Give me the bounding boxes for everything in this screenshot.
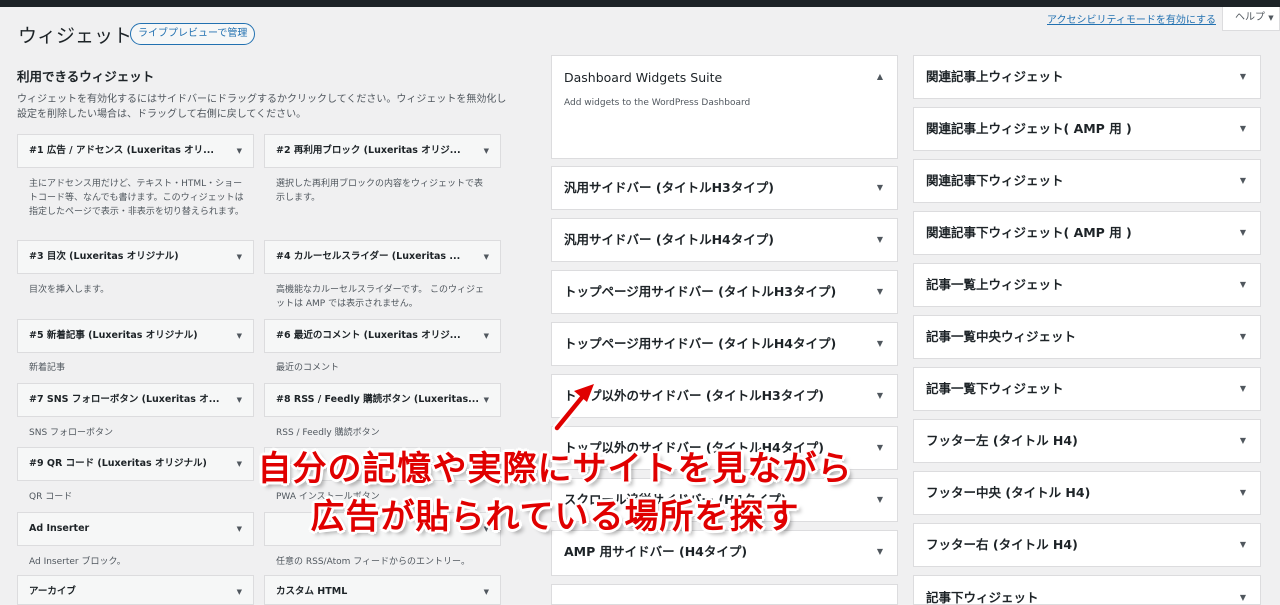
annotation-line-1: 自分の記憶や実際にサイトを見ながら [257, 449, 853, 489]
annotation-line-2: 広告が貼られている場所を探す [310, 497, 800, 537]
annotation-text: 自分の記憶や実際にサイトを見ながら 広告が貼られている場所を探す [180, 445, 930, 541]
